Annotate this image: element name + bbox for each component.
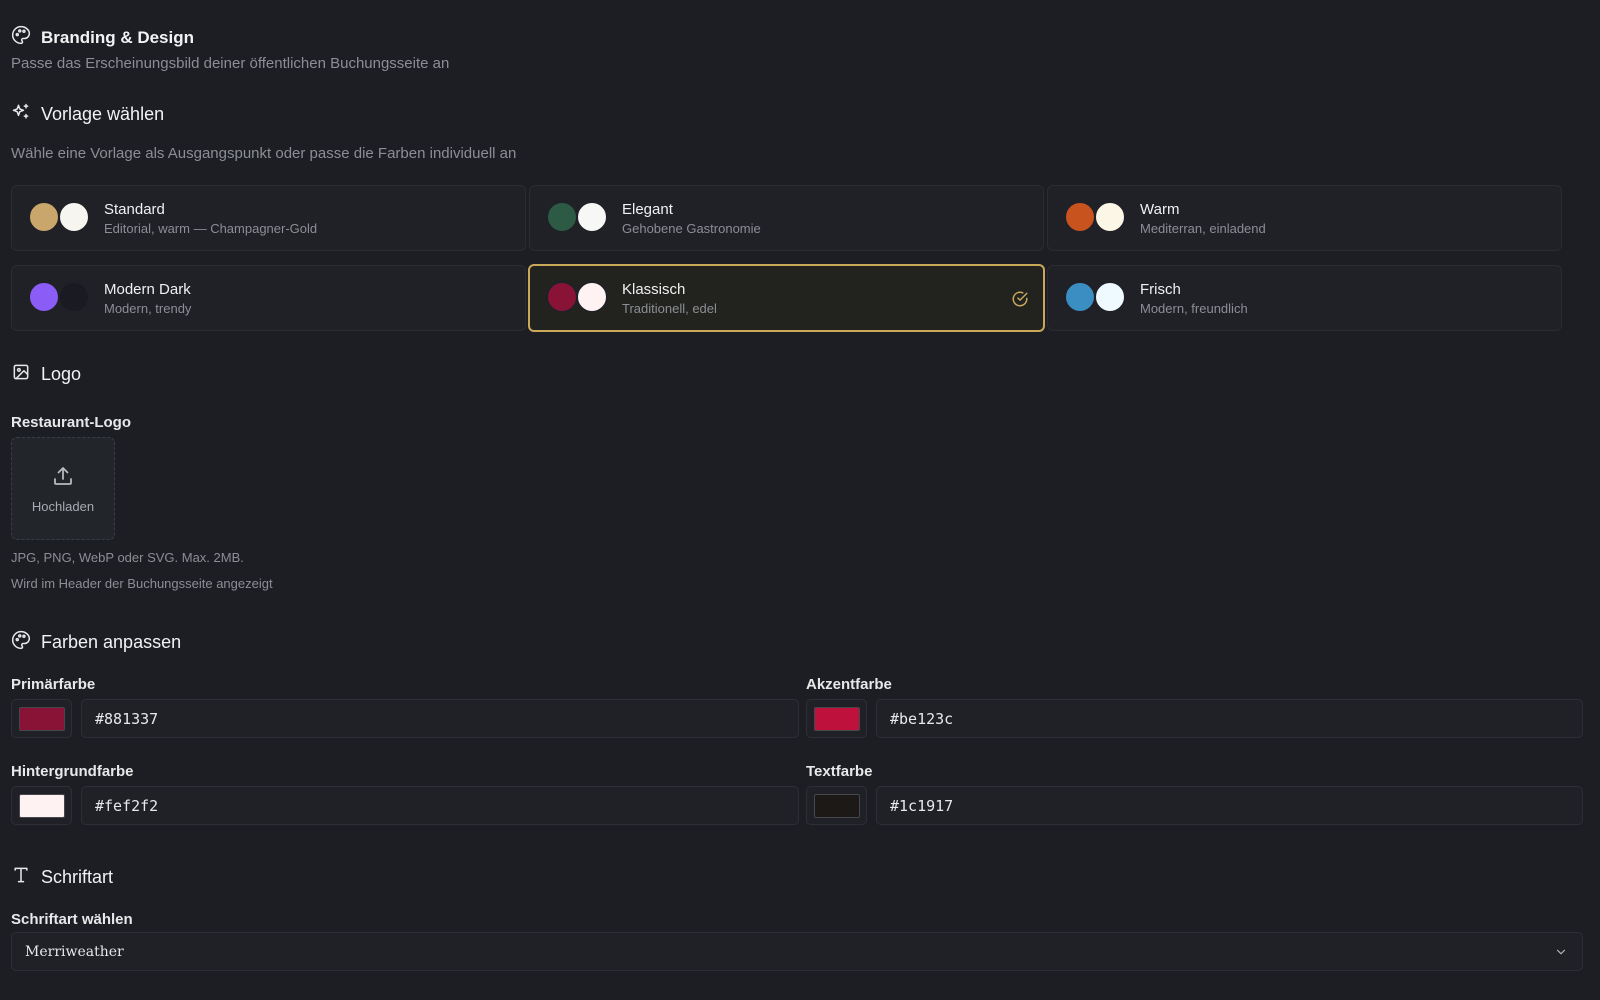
branding-header: Branding & Design [11, 25, 194, 50]
background-color-input[interactable] [81, 786, 799, 825]
text-color-input[interactable] [876, 786, 1583, 825]
template-name: Frisch [1140, 280, 1181, 298]
page-subtitle: Passe das Erscheinungsbild deiner öffent… [11, 55, 450, 72]
template-background-dot [58, 281, 90, 313]
templates-hint: Wähle eine Vorlage als Ausgangspunkt ode… [11, 145, 517, 162]
logo-field-label: Restaurant-Logo [11, 414, 131, 431]
template-card[interactable]: Elegant Gehobene Gastronomie [529, 185, 1044, 251]
template-card[interactable]: Standard Editorial, warm — Champagner-Gol… [11, 185, 526, 251]
accent-color-label: Akzentfarbe [806, 676, 892, 693]
accent-color-picker[interactable] [806, 699, 867, 738]
colors-section-title: Farben anpassen [41, 632, 182, 652]
template-color-preview [546, 201, 608, 235]
template-card[interactable]: Modern Dark Modern, trendy [11, 265, 526, 331]
template-name: Standard [104, 200, 165, 218]
template-description: Gehobene Gastronomie [622, 220, 761, 236]
templates-section-title: Vorlage wählen [41, 104, 165, 124]
template-color-preview [28, 281, 90, 315]
logo-section-header: Logo [11, 362, 81, 387]
background-color-swatch [18, 793, 65, 818]
template-name: Warm [1140, 200, 1180, 218]
template-name: Elegant [622, 200, 673, 218]
template-background-dot [1094, 281, 1126, 313]
font-select[interactable]: Merriweather [11, 932, 1583, 971]
template-primary-dot [546, 281, 578, 313]
template-background-dot [576, 281, 608, 313]
primary-color-label: Primärfarbe [11, 676, 96, 693]
template-name: Modern Dark [104, 280, 191, 298]
palette-icon [11, 25, 31, 50]
primary-color-swatch [18, 706, 65, 731]
template-description: Modern, freundlich [1140, 300, 1248, 316]
text-color-picker[interactable] [806, 786, 867, 825]
template-text: Modern Dark Modern, trendy [104, 281, 191, 316]
accent-color-swatch [813, 706, 860, 731]
template-primary-dot [1064, 281, 1096, 313]
template-text: Frisch Modern, freundlich [1140, 281, 1248, 316]
template-description: Mediterran, einladend [1140, 220, 1266, 236]
primary-color-input[interactable] [81, 699, 799, 738]
template-primary-dot [28, 281, 60, 313]
font-section-header: Schriftart [11, 865, 113, 890]
check-circle-icon [1011, 290, 1029, 308]
template-description: Modern, trendy [104, 300, 192, 316]
template-primary-dot [28, 201, 60, 233]
template-name: Klassisch [622, 280, 686, 298]
page-title: Branding & Design [41, 27, 195, 47]
logo-upload-button[interactable]: Hochladen [11, 437, 115, 540]
accent-color-input[interactable] [876, 699, 1583, 738]
template-text: Warm Mediterran, einladend [1140, 201, 1266, 236]
palette-icon [11, 630, 31, 655]
logo-section-title: Logo [41, 364, 82, 384]
template-text: Klassisch Traditionell, edel [622, 281, 717, 316]
background-color-picker[interactable] [11, 786, 72, 825]
template-description: Editorial, warm — Champagner-Gold [104, 220, 318, 236]
text-color-label: Textfarbe [806, 763, 873, 780]
template-color-preview [28, 201, 90, 235]
upload-icon [51, 464, 75, 493]
logo-format-help: JPG, PNG, WebP oder SVG. Max. 2MB. [11, 550, 244, 565]
logo-location-help: Wird im Header der Buchungsseite angezei… [11, 576, 273, 591]
template-color-preview [1064, 281, 1126, 315]
template-background-dot [1094, 201, 1126, 233]
template-background-dot [58, 201, 90, 233]
upload-label: Hochladen [31, 498, 95, 514]
template-primary-dot [1064, 201, 1096, 233]
template-text: Standard Editorial, warm — Champagner-Gol… [104, 201, 317, 236]
font-field-label: Schriftart wählen [11, 911, 133, 928]
template-color-preview [546, 281, 608, 315]
font-select-value: Merriweather [25, 943, 124, 960]
text-color-swatch [813, 793, 860, 818]
template-text: Elegant Gehobene Gastronomie [622, 201, 761, 236]
templates-section-header: Vorlage wählen [11, 102, 164, 127]
colors-section-header: Farben anpassen [11, 630, 181, 655]
type-icon [11, 865, 31, 890]
template-color-preview [1064, 201, 1126, 235]
template-description: Traditionell, edel [622, 300, 717, 316]
image-icon [11, 362, 31, 387]
font-section-title: Schriftart [41, 867, 114, 887]
template-card[interactable]: Warm Mediterran, einladend [1047, 185, 1562, 251]
template-background-dot [576, 201, 608, 233]
primary-color-picker[interactable] [11, 699, 72, 738]
sparkles-icon [11, 102, 31, 127]
template-card[interactable]: Frisch Modern, freundlich [1047, 265, 1562, 331]
template-primary-dot [546, 201, 578, 233]
background-color-label: Hintergrundfarbe [11, 763, 134, 780]
template-card[interactable]: Klassisch Traditionell, edel [528, 264, 1045, 332]
